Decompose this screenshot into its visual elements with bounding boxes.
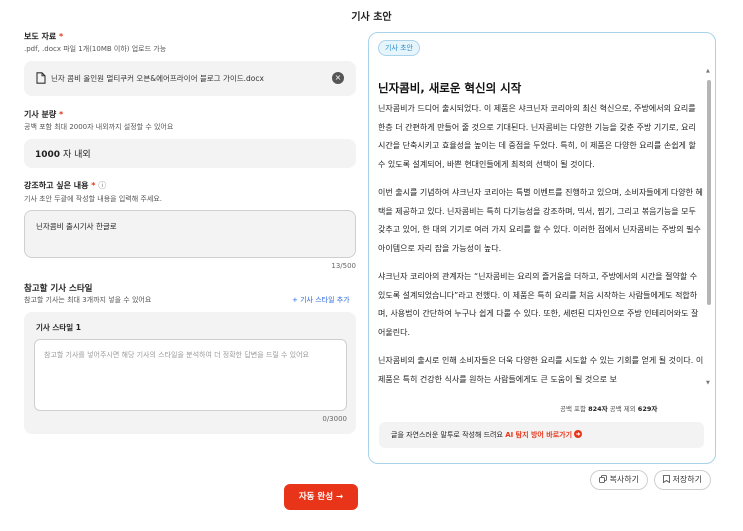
add-style-button[interactable]: + 기사 스타일 추가 <box>292 295 350 305</box>
article-paragraph: 이번 출시를 기념하여 샤크닌자 코리아는 특별 이벤트를 진행하고 있으며, … <box>378 188 703 253</box>
length-label: 기사 분량 * <box>24 110 64 119</box>
emphasis-label: 강조하고 싶은 내용 * ⓘ <box>24 181 107 190</box>
length-unit: 자 내외 <box>62 150 91 160</box>
ai-detection-link[interactable]: AI 탐지 방어 바로가기 <box>505 430 583 439</box>
emphasis-textarea[interactable]: 닌자콤비 출시기사 한글로 <box>24 210 356 258</box>
length-input[interactable]: 1000 자 내외 <box>24 139 356 168</box>
article-badge: 기사 초안 <box>378 40 420 56</box>
file-name: 닌자 콤비 올인원 멀티쿠커 오븐&에어프라이어 블로그 가이드.docx <box>51 74 264 83</box>
reference-help: 참고할 기사는 최대 3개까지 넣을 수 있어요 <box>24 296 152 304</box>
copy-icon <box>599 475 607 483</box>
auto-complete-button[interactable]: 자동 완성 → <box>284 484 358 510</box>
length-help: 공백 포함 최대 2000자 내외까지 설정할 수 있어요 <box>24 123 174 131</box>
page-title: 기사 초안 <box>351 12 392 23</box>
article-paragraph: 샤크닌자 코리아의 관계자는 “닌자콤비는 요리의 즐거움을 더하고, 주방에서… <box>378 272 699 337</box>
save-button[interactable]: 저장하기 <box>654 470 711 490</box>
style-card-title: 기사 스타일 1 <box>36 323 81 332</box>
document-icon <box>36 72 46 84</box>
article-paragraph: 닌자콤비가 드디어 출시되었다. 이 제품은 샤크닌자 코리아의 최신 혁신으로… <box>378 104 696 169</box>
reference-count: 0/3000 <box>322 415 347 423</box>
scrollbar-thumb[interactable] <box>707 80 711 305</box>
notice-text: 글을 자연스러운 말투로 작성해 드려요 <box>391 431 503 439</box>
press-help: .pdf, .docx 파일 1개(10MB 이하) 업로드 가능 <box>24 45 167 53</box>
article-body: 닌자콤비가 드디어 출시되었다. 이 제품은 샤크닌자 코리아의 최신 혁신으로… <box>378 100 704 390</box>
length-value: 1000 <box>35 150 61 160</box>
emphasis-count: 13/500 <box>331 262 356 270</box>
emphasis-value: 닌자콤비 출시기사 한글로 <box>36 222 117 231</box>
article-paragraph: 닌자콤비의 출시로 인해 소비자들은 더욱 다양한 요리를 시도할 수 있는 기… <box>378 356 704 384</box>
bookmark-icon <box>663 475 670 484</box>
uploaded-file[interactable]: 닌자 콤비 올인원 멀티쿠커 오븐&에어프라이어 블로그 가이드.docx × <box>24 61 356 96</box>
copy-button[interactable]: 복사하기 <box>590 470 648 490</box>
emphasis-help: 기사 초안 두괄에 작성할 내용을 입력해 주세요. <box>24 195 162 203</box>
article-title: 닌자콤비, 새로운 혁신의 시작 <box>378 81 522 95</box>
press-label: 보도 자료 * <box>24 32 64 41</box>
close-icon[interactable]: × <box>332 72 344 84</box>
reference-placeholder: 참고할 기사를 넣어주시면 해당 기사의 스타일을 분석하여 더 정확한 답변을… <box>44 351 309 359</box>
char-stats: 공백 포함 824자 공백 제외 629자 <box>560 405 658 413</box>
scroll-down-icon[interactable]: ▼ <box>706 380 710 386</box>
arrow-circle-icon <box>574 430 583 438</box>
scroll-up-icon[interactable]: ▲ <box>706 68 710 74</box>
reference-textarea[interactable]: 참고할 기사를 넣어주시면 해당 기사의 스타일을 분석하여 더 정확한 답변을… <box>34 339 347 411</box>
info-icon[interactable]: ⓘ <box>98 181 106 190</box>
reference-label: 참고할 기사 스타일 <box>24 284 93 294</box>
ai-notice: 글을 자연스러운 말투로 작성해 드려요 AI 탐지 방어 바로가기 <box>379 422 704 448</box>
